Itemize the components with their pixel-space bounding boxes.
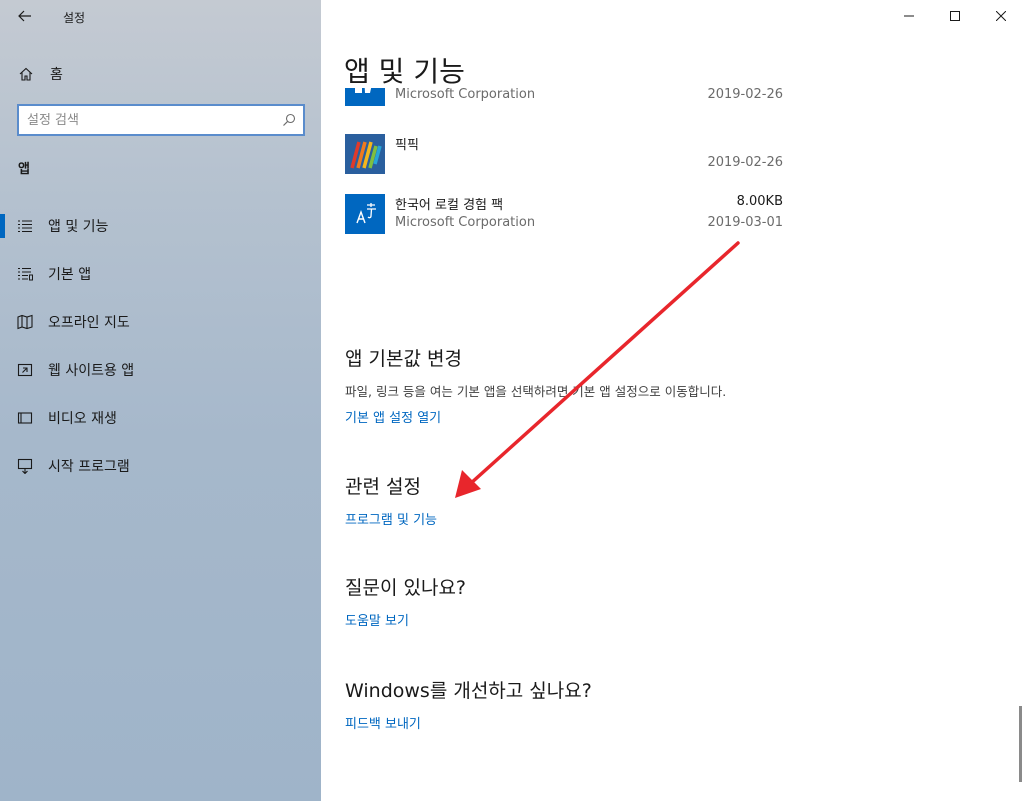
default-apps-icon <box>17 266 33 282</box>
section-heading: 질문이 있나요? <box>345 577 467 599</box>
sidebar-item-label: 기본 앱 <box>48 267 92 283</box>
startup-icon <box>17 458 33 474</box>
sidebar-section-label: 앱 <box>18 162 30 177</box>
title-bar: 설정 <box>0 0 321 32</box>
sidebar-item-apps-and-features[interactable]: 앱 및 기능 <box>0 202 321 250</box>
give-feedback-link[interactable]: 피드백 보내기 <box>345 713 421 732</box>
page-title: 앱 및 기능 <box>344 55 465 88</box>
minimize-button[interactable] <box>886 0 932 32</box>
maximize-button[interactable] <box>932 0 978 32</box>
back-arrow-icon <box>18 10 31 22</box>
sidebar-item-label: 앱 및 기능 <box>48 219 109 235</box>
home-icon <box>18 66 34 82</box>
selection-indicator <box>0 214 5 238</box>
help-section: 질문이 있나요? 도움말 보기 <box>345 573 466 629</box>
feedback-section: Windows를 개선하고 싶나요? 피드백 보내기 <box>345 676 592 732</box>
app-publisher: Microsoft Corporation <box>395 215 536 230</box>
app-publisher: Microsoft Corporation <box>395 88 536 102</box>
sidebar-item-label: 웹 사이트용 앱 <box>48 363 135 379</box>
sidebar-item-video-playback[interactable]: 비디오 재생 <box>0 394 321 442</box>
close-button[interactable] <box>978 0 1024 32</box>
section-heading: 앱 기본값 변경 <box>345 348 462 370</box>
app-install-date: 2019-02-26 <box>707 88 783 102</box>
window-controls <box>886 0 1024 32</box>
get-help-link[interactable]: 도움말 보기 <box>345 610 409 629</box>
search-box[interactable] <box>17 104 305 136</box>
app-name: 한국어 로컬 경험 팩 <box>395 198 504 213</box>
app-name: 픽픽 <box>395 138 419 153</box>
app-size: 8.00KB <box>736 194 783 209</box>
home-label: 홈 <box>50 67 63 83</box>
main-pane: 앱 및 기능 Microsoft Corporation 2019-02-26 <box>321 0 1024 801</box>
app-list-item[interactable]: 한국어 로컬 경험 팩 Microsoft Corporation 8.00KB… <box>345 186 785 246</box>
window-title: 설정 <box>63 11 86 25</box>
sidebar-home[interactable]: 홈 <box>0 58 321 90</box>
search-icon[interactable] <box>275 106 303 134</box>
app-list-item[interactable]: Microsoft Corporation 2019-02-26 <box>345 88 785 118</box>
default-apps-section: 앱 기본값 변경 파일, 링크 등을 여는 기본 앱을 선택하려면 기본 앱 설… <box>345 344 726 426</box>
picpick-icon <box>345 134 385 174</box>
video-icon <box>17 410 33 426</box>
app-install-date: 2019-03-01 <box>707 215 783 230</box>
sidebar-item-offline-maps[interactable]: 오프라인 지도 <box>0 298 321 346</box>
sidebar-item-label: 시작 프로그램 <box>48 459 130 475</box>
minimize-icon <box>904 15 914 17</box>
app-install-date: 2019-02-26 <box>707 155 783 170</box>
close-icon <box>996 11 1006 21</box>
section-heading: 관련 설정 <box>345 476 421 498</box>
search-input[interactable] <box>19 106 275 134</box>
section-description: 파일, 링크 등을 여는 기본 앱을 선택하려면 기본 앱 설정으로 이동합니다… <box>345 384 727 399</box>
back-button[interactable] <box>12 4 38 28</box>
sidebar: 설정 홈 앱 앱 및 기능 <box>0 0 321 801</box>
sidebar-item-startup[interactable]: 시작 프로그램 <box>0 442 321 490</box>
open-default-apps-link[interactable]: 기본 앱 설정 열기 <box>345 407 441 426</box>
sidebar-item-default-apps[interactable]: 기본 앱 <box>0 250 321 298</box>
programs-and-features-link[interactable]: 프로그램 및 기능 <box>345 509 437 528</box>
language-pack-icon <box>345 194 385 234</box>
sidebar-item-apps-for-websites[interactable]: 웹 사이트용 앱 <box>0 346 321 394</box>
section-heading: Windows를 개선하고 싶나요? <box>345 680 592 702</box>
sidebar-item-label: 오프라인 지도 <box>48 315 130 331</box>
related-settings-section: 관련 설정 프로그램 및 기능 <box>345 472 437 528</box>
maximize-icon <box>950 11 960 21</box>
list-icon <box>17 218 33 234</box>
app-list: Microsoft Corporation 2019-02-26 픽픽 2019… <box>345 88 785 248</box>
app-list-item[interactable]: 픽픽 2019-02-26 <box>345 126 785 186</box>
sidebar-item-label: 비디오 재생 <box>48 411 117 427</box>
white-glyph-app-icon <box>345 88 385 106</box>
scrollbar[interactable] <box>1019 706 1022 782</box>
link-window-icon <box>17 362 33 378</box>
map-icon <box>17 314 33 330</box>
sidebar-nav: 앱 및 기능 기본 앱 오프라인 지도 웹 사이트용 앱 비디오 재생 시작 프… <box>0 202 321 490</box>
